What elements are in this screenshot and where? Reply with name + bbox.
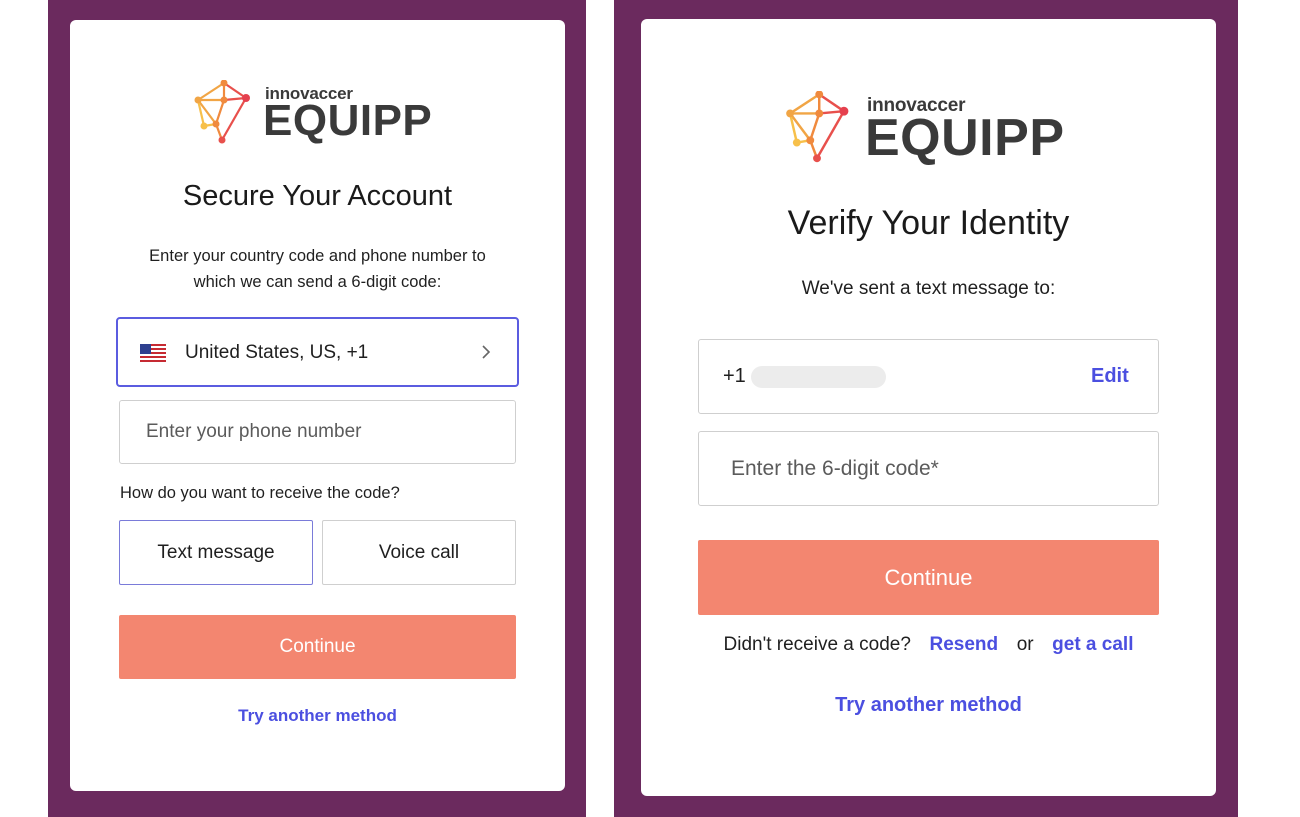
try-another-method-link[interactable]: Try another method — [641, 694, 1216, 717]
phone-number-input[interactable] — [120, 401, 515, 463]
edit-phone-link[interactable]: Edit — [1091, 365, 1129, 388]
verify-identity-card: innovaccer EQUIPP Verify Your Identity W… — [641, 19, 1216, 796]
or-text: or — [1016, 634, 1034, 655]
continue-button[interactable]: Continue — [119, 615, 516, 679]
phone-prefix-text: +1 — [723, 365, 746, 387]
resend-prompt-text: Didn't receive a code? — [723, 634, 911, 655]
phone-display-field: +1 Edit — [698, 339, 1159, 414]
instructions-line-2: which we can send a 6-digit code: — [193, 273, 442, 291]
left-screen-frame: innovaccer EQUIPP Secure Your Account En… — [48, 0, 586, 817]
logo-product-text: EQUIPP — [865, 109, 1065, 167]
instructions-line-1: Enter your country code and phone number… — [149, 247, 486, 265]
page-title: Verify Your Identity — [787, 204, 1070, 242]
page-title: Secure Your Account — [182, 180, 453, 212]
text-message-option[interactable]: Text message — [119, 520, 313, 585]
resend-row: Didn't receive a code? Resend or get a c… — [641, 634, 1216, 656]
method-question: How do you want to receive the code? — [120, 484, 400, 502]
continue-button[interactable]: Continue — [698, 540, 1159, 615]
sent-message-text: We've sent a text message to: — [801, 278, 1056, 299]
us-flag-icon — [140, 344, 166, 362]
get-a-call-link[interactable]: get a call — [1052, 634, 1133, 655]
redacted-phone-number — [751, 366, 886, 388]
phone-number-field[interactable] — [119, 400, 516, 464]
secure-account-card: innovaccer EQUIPP Secure Your Account En… — [70, 20, 565, 791]
country-selector[interactable]: United States, US, +1 — [116, 317, 519, 387]
code-field[interactable] — [698, 431, 1159, 506]
try-another-method-link[interactable]: Try another method — [70, 706, 565, 726]
logo-product-text: EQUIPP — [263, 96, 433, 145]
innovaccer-logo-icon — [783, 90, 851, 165]
country-selector-value: United States, US, +1 — [185, 342, 369, 363]
chevron-right-icon — [480, 343, 492, 361]
code-input[interactable] — [699, 432, 1158, 505]
innovaccer-logo-icon — [194, 79, 250, 146]
voice-call-option[interactable]: Voice call — [322, 520, 516, 585]
resend-link[interactable]: Resend — [929, 634, 998, 655]
right-screen-frame: innovaccer EQUIPP Verify Your Identity W… — [614, 0, 1238, 817]
instructions-text: Enter your country code and phone number… — [70, 243, 565, 295]
